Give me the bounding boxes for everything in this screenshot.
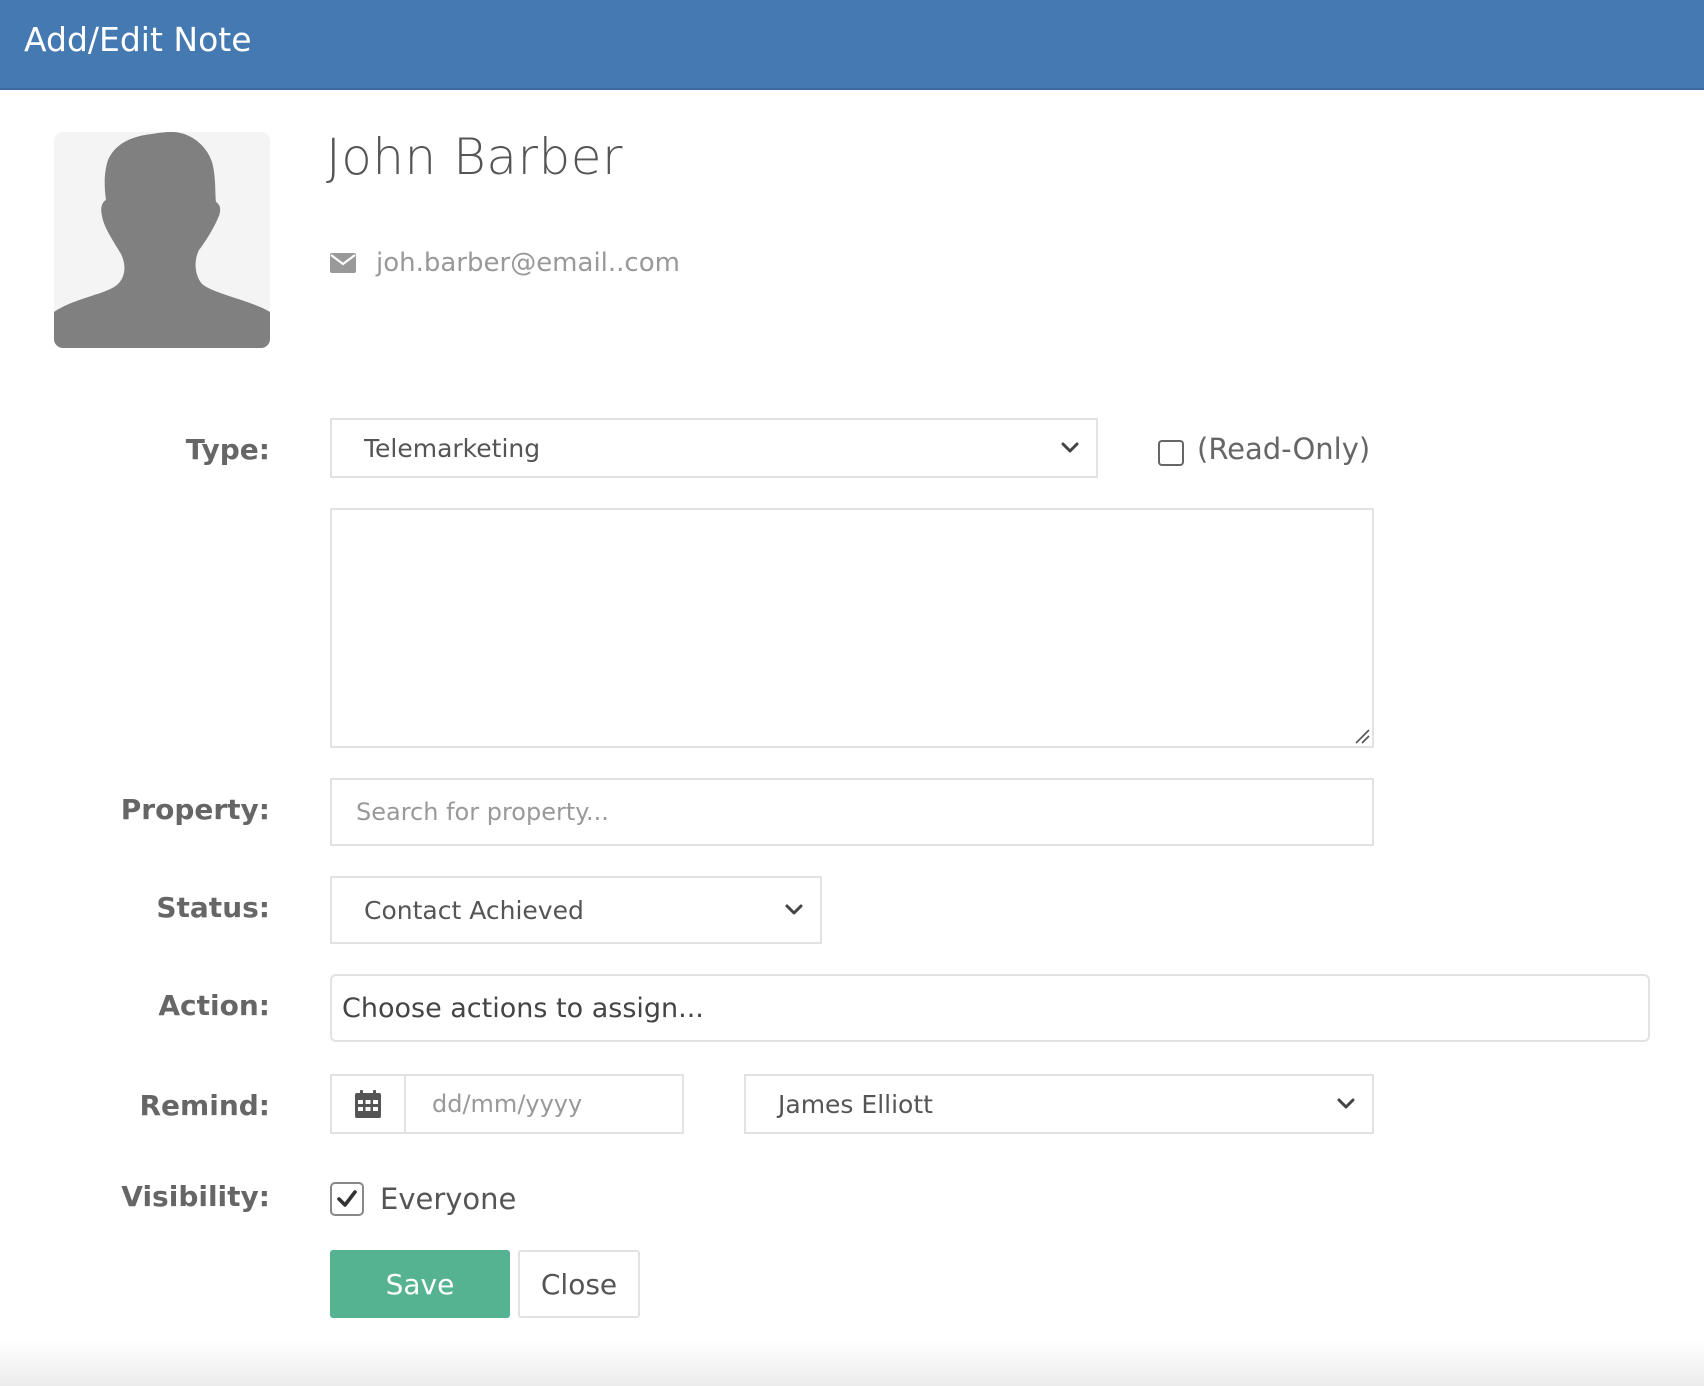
property-search-input[interactable] [330, 778, 1374, 846]
modal-header: Add/Edit Note [0, 0, 1704, 90]
avatar [54, 132, 270, 348]
type-select-value: Telemarketing [364, 433, 541, 463]
remind-date-input[interactable] [404, 1074, 684, 1134]
status-select-value: Contact Achieved [364, 895, 584, 925]
modal-footer-shadow [0, 1340, 1704, 1386]
read-only-label: (Read-Only) [1197, 432, 1371, 466]
avatar-silhouette-icon [54, 132, 270, 348]
action-placeholder: Choose actions to assign... [342, 992, 704, 1024]
property-label: Property: [120, 793, 270, 826]
remind-user-value: James Elliott [778, 1089, 933, 1119]
read-only-checkbox[interactable] [1158, 440, 1184, 466]
visibility-everyone-label: Everyone [380, 1182, 517, 1216]
action-label: Action: [158, 989, 270, 1022]
visibility-label: Visibility: [121, 1180, 270, 1213]
calendar-button[interactable] [330, 1074, 406, 1134]
remind-user-select[interactable]: James Elliott [744, 1074, 1374, 1134]
remind-label: Remind: [139, 1089, 271, 1122]
calendar-icon [355, 1090, 381, 1118]
note-textarea[interactable] [330, 508, 1374, 748]
contact-email: joh.barber@email..com [330, 246, 680, 280]
type-label: Type: [185, 433, 270, 466]
visibility-everyone-checkbox[interactable] [330, 1182, 364, 1216]
contact-name: John Barber [326, 128, 624, 186]
checkmark-icon [337, 1190, 357, 1207]
close-button[interactable]: Close [518, 1250, 640, 1318]
action-multiselect[interactable]: Choose actions to assign... [330, 974, 1650, 1042]
envelope-icon [330, 253, 356, 273]
email-text: joh.barber@email..com [376, 248, 680, 278]
status-select[interactable]: Contact Achieved [330, 876, 822, 944]
type-select[interactable]: Telemarketing [330, 418, 1098, 478]
save-button[interactable]: Save [330, 1250, 510, 1318]
chevron-down-icon [1061, 442, 1079, 453]
modal-title: Add/Edit Note [24, 20, 252, 59]
chevron-down-icon [1337, 1098, 1355, 1109]
chevron-down-icon [785, 904, 803, 915]
status-label: Status: [156, 891, 270, 924]
